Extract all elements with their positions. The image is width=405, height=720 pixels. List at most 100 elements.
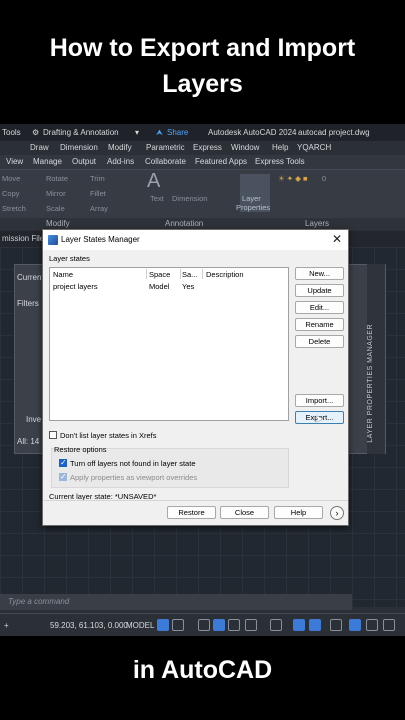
menu-window[interactable]: Window	[231, 143, 259, 152]
lineweight-icon[interactable]	[293, 619, 305, 631]
col-description[interactable]: Description	[206, 270, 244, 279]
delete-button[interactable]: Delete	[295, 335, 344, 348]
col-space[interactable]: Space	[149, 270, 170, 279]
tab-view[interactable]: View	[6, 157, 23, 166]
share-icon[interactable]: ⮝	[156, 128, 163, 138]
caption-top-line2: Layers	[162, 70, 243, 98]
move-button[interactable]: Move	[2, 174, 20, 183]
workspace-dropdown[interactable]: Drafting & Annotation	[43, 128, 119, 137]
row-saved: Yes	[182, 282, 195, 291]
chevron-down-icon[interactable]: ▾	[135, 128, 139, 137]
menu-parametric[interactable]: Parametric	[146, 143, 185, 152]
transparency-icon[interactable]	[309, 619, 321, 631]
caption-top: How to Export and Import Layers	[0, 30, 405, 102]
list-item[interactable]: project layers Model Yes	[51, 281, 288, 291]
close-icon[interactable]: ✕	[332, 232, 342, 246]
menu-draw[interactable]: Draw	[30, 143, 49, 152]
layer-states-list[interactable]: Name Space Sa... Description project lay…	[49, 267, 289, 421]
rotate-button[interactable]: Rotate	[46, 174, 68, 183]
layer-states-label: Layer states	[49, 254, 90, 263]
dont-list-xrefs-checkbox[interactable]	[49, 431, 57, 439]
panel-layers-label[interactable]: Layers	[305, 219, 329, 228]
mouse-cursor-icon: ➤	[315, 414, 324, 425]
tab-featured-apps[interactable]: Featured Apps	[195, 157, 247, 166]
ortho-icon[interactable]	[198, 619, 210, 631]
file-tab[interactable]: mission File	[2, 234, 44, 243]
dialog-app-icon	[48, 235, 58, 245]
tab-output[interactable]: Output	[72, 157, 96, 166]
scale-button[interactable]: Scale	[46, 204, 65, 213]
annotation-scale-icon[interactable]	[330, 619, 342, 631]
menu-modify[interactable]: Modify	[108, 143, 132, 152]
osnap-icon[interactable]	[245, 619, 257, 631]
restore-options-group	[51, 448, 289, 488]
menu-bar: Draw Dimension Modify Parametric Express…	[0, 141, 405, 155]
panel-modify-label[interactable]: Modify	[46, 219, 70, 228]
import-button[interactable]: Import...	[295, 394, 344, 407]
dialog-title: Layer States Manager	[61, 235, 140, 244]
restore-button[interactable]: Restore	[167, 506, 216, 519]
tab-express-tools[interactable]: Express Tools	[255, 157, 305, 166]
lpm-invert-label: Inve	[26, 415, 42, 424]
isodraft-icon[interactable]	[228, 619, 240, 631]
dimension-button[interactable]: Dimension	[172, 194, 207, 203]
col-divider	[202, 269, 203, 279]
col-saved[interactable]: Sa...	[182, 270, 197, 279]
menu-yqarch[interactable]: YQARCH	[297, 143, 331, 152]
dialog-title-bar[interactable]: Layer States Manager ✕	[43, 230, 348, 250]
layer-current-dropdown[interactable]: 0	[322, 174, 326, 183]
tab-manage[interactable]: Manage	[33, 157, 62, 166]
menu-tools[interactable]: Tools	[2, 128, 21, 137]
col-divider	[146, 269, 147, 279]
otrack-icon[interactable]	[270, 619, 282, 631]
share-button[interactable]: Share	[167, 128, 188, 137]
grid-icon[interactable]	[157, 619, 169, 631]
lpm-filters-label: Filters	[17, 299, 39, 308]
menu-dimension[interactable]: Dimension	[60, 143, 98, 152]
fillet-button[interactable]: Fillet	[90, 189, 106, 198]
ribbon-tabs: View Manage Output Add-ins Collaborate F…	[0, 155, 405, 170]
array-button[interactable]: Array	[90, 204, 108, 213]
apply-viewport-checkbox[interactable]	[59, 472, 67, 481]
new-button[interactable]: New...	[295, 267, 344, 280]
menu-express[interactable]: Express	[193, 143, 222, 152]
menu-help[interactable]: Help	[272, 143, 288, 152]
rename-button[interactable]: Rename	[295, 318, 344, 331]
snap-icon[interactable]	[172, 619, 184, 631]
workspace-icon[interactable]	[349, 619, 361, 631]
trim-button[interactable]: Trim	[90, 174, 105, 183]
turn-off-layers-checkbox[interactable]	[59, 458, 67, 467]
close-button[interactable]: Close	[220, 506, 269, 519]
more-options-button[interactable]: ›	[330, 506, 344, 520]
restore-options-label: Restore options	[54, 445, 107, 454]
polar-icon[interactable]	[213, 619, 225, 631]
panel-annotation-label[interactable]: Annotation	[165, 219, 203, 228]
edit-button[interactable]: Edit...	[295, 301, 344, 314]
isolate-icon[interactable]	[366, 619, 378, 631]
command-input[interactable]: Type a command	[8, 597, 69, 606]
copy-button[interactable]: Copy	[2, 189, 20, 198]
stretch-button[interactable]: Stretch	[2, 204, 26, 213]
gear-icon[interactable]: ⚙	[32, 128, 39, 137]
status-bar: + 59.203, 61.103, 0.000 MODEL	[0, 613, 405, 636]
caption-top-line1: How to Export and Import	[49, 34, 356, 62]
layer-state-icons[interactable]: ☀ ✦ ◆ ■	[278, 174, 308, 183]
lpm-current-label: Current	[17, 273, 44, 282]
mirror-button[interactable]: Mirror	[46, 189, 66, 198]
model-button[interactable]: MODEL	[126, 621, 154, 630]
add-icon[interactable]: +	[4, 621, 9, 630]
help-button[interactable]: Help	[274, 506, 323, 519]
col-name[interactable]: Name	[53, 270, 73, 279]
tab-addins[interactable]: Add-ins	[107, 157, 134, 166]
layer-properties-label2: Properties	[236, 203, 271, 212]
text-button[interactable]: Text	[150, 194, 164, 203]
text-icon[interactable]: A	[147, 170, 160, 193]
file-title: autocad project.dwg	[298, 128, 370, 137]
title-bar: Tools ⚙ Drafting & Annotation ▾ ⮝ Share …	[0, 124, 405, 141]
command-line[interactable]: Type a command	[0, 594, 352, 610]
update-button[interactable]: Update	[295, 284, 344, 297]
dont-list-xrefs-label: Don't list layer states in Xrefs	[60, 431, 157, 440]
customize-icon[interactable]	[383, 619, 395, 631]
coordinates-readout[interactable]: 59.203, 61.103, 0.000	[50, 621, 128, 630]
tab-collaborate[interactable]: Collaborate	[145, 157, 186, 166]
